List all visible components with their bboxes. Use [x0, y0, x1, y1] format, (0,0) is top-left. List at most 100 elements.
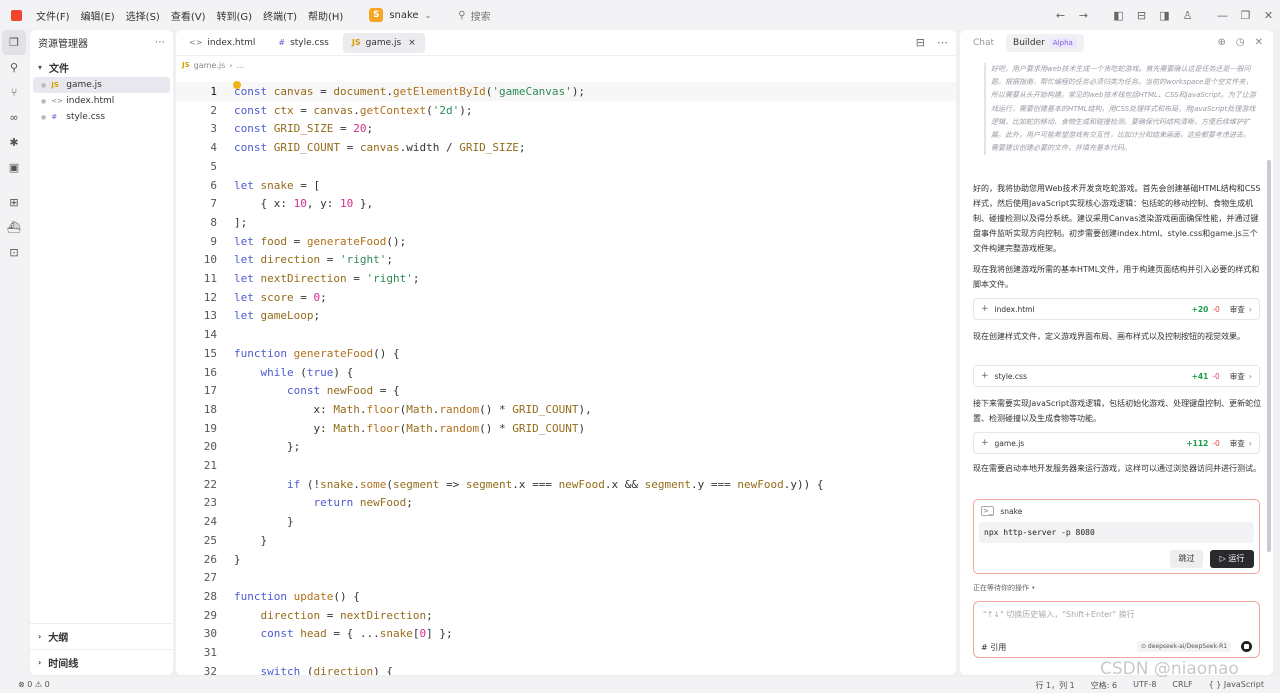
code-line[interactable]: 7 { x: 10, y: 10 },	[176, 194, 956, 213]
code-text[interactable]: };	[234, 437, 300, 456]
extensions-icon[interactable]: ⊞	[0, 190, 28, 215]
code-text[interactable]: if (!snake.some(segment => segment.x ===…	[234, 475, 824, 494]
review-button[interactable]: 审查	[1230, 304, 1245, 315]
code-line[interactable]: 28 function update() {	[176, 587, 956, 606]
file-change-card[interactable]: + game.js +112 -0 审查 ›	[973, 432, 1260, 454]
code-text[interactable]: const head = { ...snake[0] };	[234, 624, 453, 643]
code-line[interactable]: 6 let snake = [	[176, 176, 956, 195]
line-ending[interactable]: CRLF	[1172, 680, 1192, 691]
code-line[interactable]: 11 let nextDirection = 'right';	[176, 269, 956, 288]
code-line[interactable]: 24 }	[176, 512, 956, 531]
code-line[interactable]: 31	[176, 643, 956, 662]
global-search[interactable]: ⚲ 搜索	[458, 8, 490, 23]
comment-icon[interactable]: ▣	[0, 155, 28, 180]
run-debug-icon[interactable]: ∞	[0, 105, 28, 130]
account-icon[interactable]: ♙	[1176, 9, 1199, 22]
model-selector[interactable]: ⊙ deepseek-ai/DeepSeek-R1	[1137, 641, 1232, 652]
more-actions-icon[interactable]: ⋯	[937, 36, 948, 49]
problems-indicator[interactable]: ⊗ 0 ⚠ 0	[18, 680, 50, 689]
code-text[interactable]: let score = 0;	[234, 288, 327, 307]
remote-explorer-icon[interactable]: ⊡	[0, 240, 28, 265]
code-text[interactable]: }	[234, 531, 267, 550]
toggle-sidebar-icon[interactable]: ◧	[1107, 9, 1130, 22]
code-text[interactable]: x: Math.floor(Math.random() * GRID_COUNT…	[234, 400, 591, 419]
file-index-html[interactable]: ● <> index.html	[33, 93, 170, 109]
code-text[interactable]: direction = nextDirection;	[234, 606, 433, 625]
tab-index-html[interactable]: <> index.html	[180, 33, 264, 53]
indentation[interactable]: 空格: 6	[1091, 680, 1117, 691]
code-line[interactable]: 22 if (!snake.some(segment => segment.x …	[176, 475, 956, 494]
code-text[interactable]: ];	[234, 213, 247, 232]
toggle-panel-icon[interactable]: ⊟	[1130, 9, 1153, 22]
code-line[interactable]: 8];	[176, 213, 956, 232]
code-line[interactable]: 27	[176, 568, 956, 587]
code-line[interactable]: 14	[176, 325, 956, 344]
file-change-card[interactable]: + style.css +41 -0 审查 ›	[973, 365, 1260, 387]
menu-help[interactable]: 帮助(H)	[308, 8, 343, 23]
new-chat-icon[interactable]: ⊕	[1217, 37, 1225, 48]
timeline-section[interactable]: › 时间线	[30, 649, 173, 674]
close-tab-icon[interactable]: ×	[408, 38, 416, 48]
code-text[interactable]: function update() {	[234, 587, 360, 606]
restore-icon[interactable]: ❐	[1234, 9, 1257, 22]
code-line[interactable]: 30 const head = { ...snake[0] };	[176, 624, 956, 643]
code-text[interactable]: while (true) {	[234, 363, 354, 382]
menu-terminal[interactable]: 终端(T)	[263, 8, 297, 23]
toggle-secondary-sidebar-icon[interactable]: ◨	[1153, 9, 1176, 22]
code-text[interactable]: let nextDirection = 'right';	[234, 269, 419, 288]
lightbulb-icon[interactable]	[233, 81, 241, 89]
menu-goto[interactable]: 转到(G)	[217, 8, 253, 23]
menu-view[interactable]: 查看(V)	[171, 8, 206, 23]
code-line[interactable]: 29 direction = nextDirection;	[176, 606, 956, 625]
encoding[interactable]: UTF-8	[1133, 680, 1156, 691]
code-line[interactable]: 10 let direction = 'right';	[176, 250, 956, 269]
code-line[interactable]: 16 while (true) {	[176, 363, 956, 382]
code-text[interactable]: return newFood;	[234, 493, 412, 512]
cursor-position[interactable]: 行 1，列 1	[1036, 680, 1075, 691]
tab-game-js[interactable]: JS game.js ×	[342, 32, 425, 53]
code-text[interactable]: switch (direction) {	[234, 662, 393, 675]
code-text[interactable]: const GRID_COUNT = canvas.width / GRID_S…	[234, 138, 525, 157]
code-text[interactable]: let snake = [	[234, 176, 320, 195]
minimize-icon[interactable]: —	[1211, 9, 1234, 22]
code-line[interactable]: 23 return newFood;	[176, 493, 956, 512]
stop-button[interactable]	[1241, 641, 1252, 652]
code-line[interactable]: 25 }	[176, 531, 956, 550]
menu-file[interactable]: 文件(F)	[36, 8, 70, 23]
tab-builder[interactable]: Builder Alpha	[1006, 34, 1084, 52]
code-text[interactable]: let direction = 'right';	[234, 250, 393, 269]
menu-select[interactable]: 选择(S)	[126, 8, 160, 23]
code-text[interactable]: function generateFood() {	[234, 344, 400, 363]
code-text[interactable]: { x: 10, y: 10 },	[234, 194, 373, 213]
tab-chat[interactable]: Chat	[973, 38, 994, 48]
code-line[interactable]: 32 switch (direction) {	[176, 662, 956, 675]
code-line[interactable]: 2 const ctx = canvas.getContext('2d');	[176, 101, 956, 120]
code-line[interactable]: 13 let gameLoop;	[176, 306, 956, 325]
code-text[interactable]: const newFood = {	[234, 381, 400, 400]
code-line[interactable]: 17 const newFood = {	[176, 381, 956, 400]
file-style-css[interactable]: ● # style.css	[33, 109, 170, 125]
code-text[interactable]: let food = generateFood();	[234, 232, 406, 251]
reference-button[interactable]: # 引用	[981, 642, 1006, 653]
code-line[interactable]: 15 function generateFood() {	[176, 344, 956, 363]
code-line[interactable]: 21	[176, 456, 956, 475]
code-line[interactable]: 19 y: Math.floor(Math.random() * GRID_CO…	[176, 419, 956, 438]
split-editor-icon[interactable]: ⊟	[916, 36, 925, 49]
breadcrumb-file[interactable]: game.js	[194, 61, 226, 70]
docker-icon[interactable]: ⛴	[0, 215, 28, 240]
more-actions-icon[interactable]: ⋯	[155, 37, 165, 48]
breadcrumb-symbol[interactable]: ...	[237, 61, 245, 70]
language-mode[interactable]: { } JavaScript	[1209, 680, 1264, 691]
code-text[interactable]: y: Math.floor(Math.random() * GRID_COUNT…	[234, 419, 585, 438]
chat-input-box[interactable]: "↑↓" 切换历史输入，"Shift+Enter" 换行 # 引用 ⊙ deep…	[973, 601, 1260, 658]
code-line[interactable]: 1 const canvas = document.getElementById(…	[176, 82, 956, 101]
forward-arrow-icon[interactable]: →	[1072, 9, 1095, 22]
bug-icon[interactable]: ✱	[0, 130, 28, 155]
tab-style-css[interactable]: # style.css	[269, 33, 337, 53]
skip-button[interactable]: 跳过	[1170, 550, 1203, 568]
source-control-icon[interactable]: ⑂	[0, 80, 28, 105]
chat-input-placeholder[interactable]: "↑↓" 切换历史输入，"Shift+Enter" 换行	[983, 609, 1135, 620]
run-button[interactable]: ▷ 运行	[1210, 550, 1254, 568]
outline-section[interactable]: › 大纲	[30, 623, 173, 648]
project-switcher[interactable]: S snake ⌄	[369, 8, 431, 22]
